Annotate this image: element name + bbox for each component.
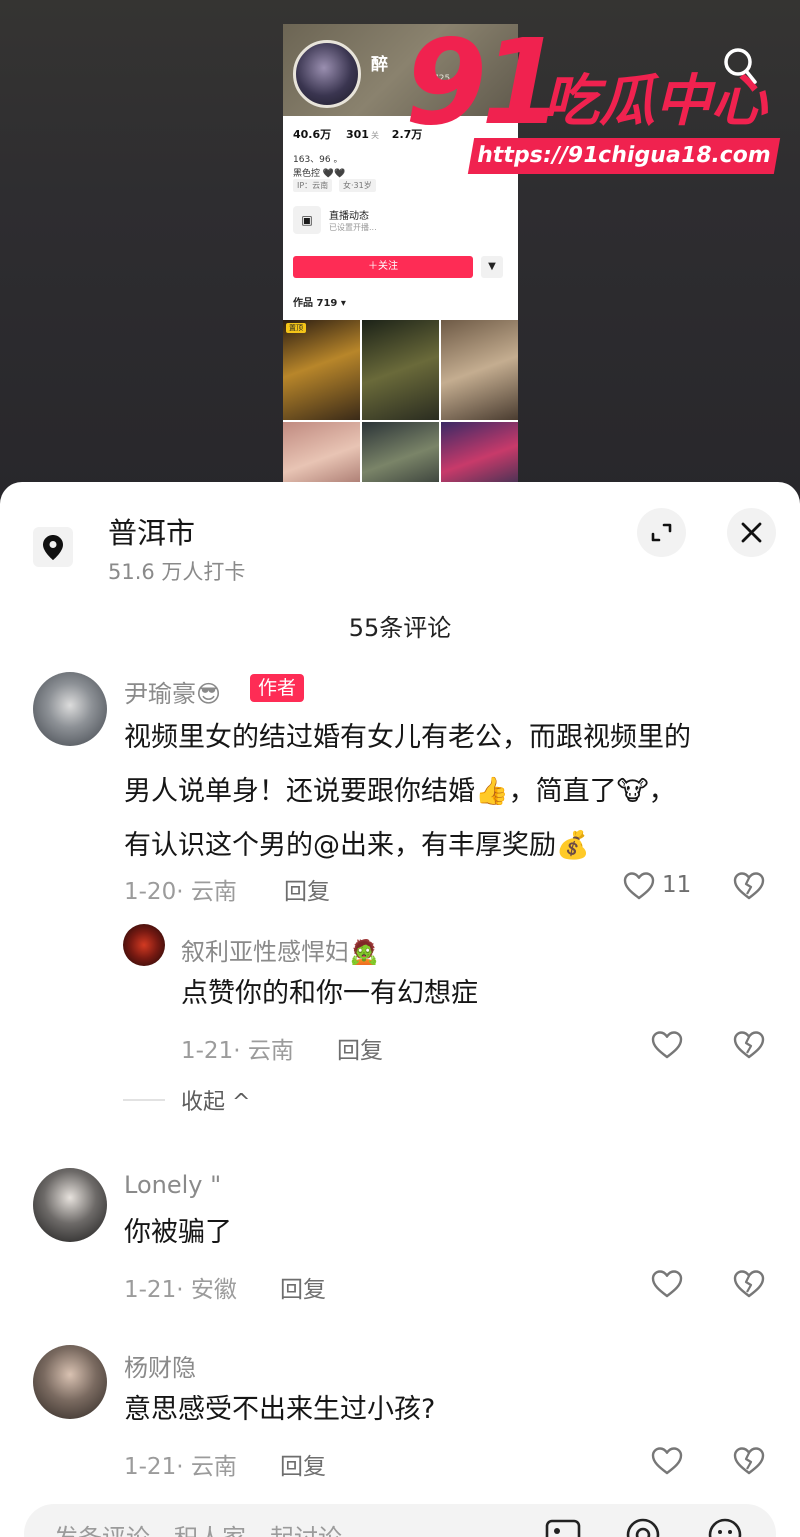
comment-text: 视频里女的结过婚有女儿有老公，而跟视频里的 男人说单身！还说要跟你结婚👍，简直了…	[124, 711, 691, 873]
profile-name: 醉	[371, 55, 388, 75]
comment-date-region: 1-21· 云南	[124, 1454, 237, 1480]
comment-username[interactable]: 杨财隐	[124, 1348, 196, 1383]
sunglasses-emoji-icon: 😎	[196, 680, 222, 708]
live-status: ▣ 直播动态 已设置开播...	[293, 204, 513, 238]
avatar[interactable]	[33, 672, 107, 746]
video-thumbnail	[441, 320, 518, 420]
chevron-down-icon: ▼	[481, 256, 503, 278]
comment-text: 你被骗了	[124, 1206, 232, 1260]
comment-input-bar[interactable]: 发条评论，积人家，起讨论	[24, 1504, 776, 1537]
reply-button[interactable]: 回复	[337, 1031, 383, 1065]
works-count: 作品 719 ▾	[293, 298, 346, 309]
comment-count: 55条评论	[348, 614, 452, 642]
live-subtitle: 已设置开播...	[329, 223, 377, 232]
comment-username[interactable]: 尹瑜豪😎	[124, 674, 221, 709]
follow-button: ＋关注	[293, 256, 473, 278]
video-thumbnail	[362, 320, 439, 420]
comment-line: 意思感受不出来生过小孩?	[124, 1394, 436, 1425]
profile-tag-ip: IP：云南	[293, 179, 333, 192]
video-grid: 置顶	[283, 320, 518, 494]
like-heart-icon[interactable]	[622, 870, 656, 902]
comment-date-region: 1-20· 云南	[124, 879, 237, 905]
tv-icon: ▣	[293, 206, 321, 234]
comment-input-placeholder[interactable]: 发条评论，积人家，起讨论	[54, 1518, 342, 1537]
search-icon[interactable]	[722, 46, 758, 86]
comment-date-region: 1-21· 安徽	[124, 1277, 237, 1303]
comment-text: 点赞你的和你一有幻想症	[181, 967, 478, 1021]
like-heart-icon[interactable]	[650, 1445, 684, 1477]
username-text[interactable]: 尹瑜豪	[124, 680, 196, 708]
location-pin-icon[interactable]	[33, 527, 73, 567]
username-text[interactable]: 叙利亚性感悍妇	[181, 938, 349, 966]
expand-icon	[651, 523, 672, 542]
location-checkins: 51.6 万人打卡	[108, 560, 246, 584]
dislike-heart-icon[interactable]	[732, 1445, 766, 1477]
like-count: 11	[662, 872, 692, 898]
like-heart-icon[interactable]	[650, 1268, 684, 1300]
comment-line: 点赞你的和你一有幻想症	[181, 978, 478, 1009]
reply-button[interactable]: 回复	[280, 1270, 326, 1304]
comment-line: 你被骗了	[124, 1217, 232, 1248]
collapse-replies-button[interactable]: 收起 ^	[181, 1084, 250, 1116]
like-heart-icon[interactable]	[650, 1029, 684, 1061]
reply-button[interactable]: 回复	[284, 872, 330, 906]
divider	[123, 1099, 165, 1101]
profile-tag-age: 女·31岁	[339, 179, 376, 192]
reply-button[interactable]: 回复	[280, 1447, 326, 1481]
location-name[interactable]: 普洱市	[108, 510, 195, 552]
emoji-icon[interactable]	[706, 1516, 744, 1537]
live-title: 直播动态	[329, 211, 369, 222]
expand-button[interactable]	[637, 508, 686, 557]
comment-text: 意思感受不出来生过小孩?	[124, 1383, 435, 1437]
comment-line: 男人说单身！还说要跟你结婚👍，简直了🐮，	[124, 776, 676, 807]
watermark-number: 91	[405, 13, 563, 151]
video-thumbnail: 置顶	[283, 320, 360, 420]
mention-at-icon[interactable]	[624, 1516, 662, 1537]
avatar[interactable]	[33, 1345, 107, 1419]
zombie-emoji-icon: 🧟	[349, 938, 379, 966]
comment-username[interactable]: 叙利亚性感悍妇🧟	[181, 932, 379, 967]
watermark-url: https://91chigua18.com	[467, 138, 781, 174]
pinned-tag: 置顶	[286, 323, 306, 333]
comment-username[interactable]: Lonely "	[124, 1171, 221, 1199]
avatar[interactable]	[33, 1168, 107, 1242]
comment-line: 视频里女的结过婚有女儿有老公，而跟视频里的	[124, 722, 691, 753]
video-background: 醉 725 40.6万 301 关 2.7万 163、96 。 黑色控 🖤🖤 IP…	[0, 0, 800, 500]
image-icon[interactable]	[544, 1518, 582, 1537]
close-button[interactable]	[727, 508, 776, 557]
dislike-heart-icon[interactable]	[732, 870, 766, 902]
comment-sheet: 普洱市 51.6 万人打卡 55条评论 尹瑜豪😎 作者 视频里女的结过婚有女儿有…	[0, 482, 800, 1537]
profile-avatar	[293, 40, 361, 108]
profile-bio-2: 黑色控 🖤🖤	[293, 169, 346, 179]
avatar[interactable]	[123, 924, 165, 966]
comment-date-region: 1-21· 云南	[181, 1038, 294, 1064]
dislike-heart-icon[interactable]	[732, 1268, 766, 1300]
author-badge: 作者	[250, 674, 305, 702]
stat-likes: 40.6万	[293, 128, 332, 141]
dislike-heart-icon[interactable]	[732, 1029, 766, 1061]
close-icon	[741, 522, 762, 543]
stat-following: 301 关	[345, 128, 379, 141]
comment-line: 有认识这个男的@出来，有丰厚奖励💰	[124, 830, 590, 861]
profile-bio: 163、96 。	[293, 155, 343, 165]
